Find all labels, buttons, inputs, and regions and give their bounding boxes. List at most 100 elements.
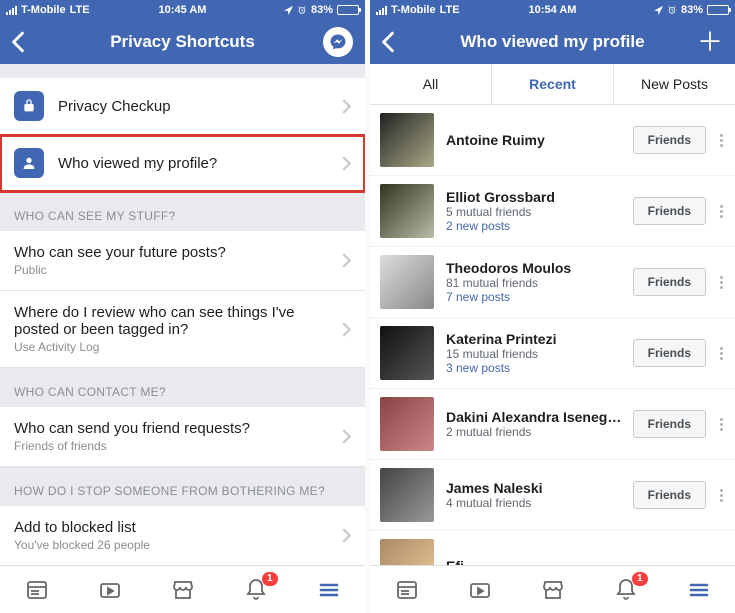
- person-link[interactable]: 2 new posts: [446, 219, 625, 233]
- tab-marketplace[interactable]: [171, 578, 195, 602]
- tab-marketplace[interactable]: [541, 578, 565, 602]
- menu-icon: [317, 578, 341, 602]
- row-subtitle: You've blocked 26 people: [14, 538, 342, 552]
- signal-icon: [376, 6, 387, 15]
- section-header: WHO CAN CONTACT ME?: [0, 368, 365, 407]
- battery-icon: [337, 5, 359, 15]
- location-icon: [654, 6, 663, 15]
- notification-badge: 1: [632, 572, 648, 586]
- person-name: Theodoros Moulos: [446, 260, 625, 276]
- person-name: James Naleski: [446, 480, 625, 496]
- marketplace-icon: [171, 578, 195, 602]
- row-title: Who can see your future posts?: [14, 244, 342, 261]
- battery-icon: [707, 5, 729, 15]
- person-sub: 4 mutual friends: [446, 496, 625, 510]
- network-label: LTE: [70, 4, 90, 16]
- messenger-button[interactable]: [323, 20, 353, 64]
- chevron-right-icon: [342, 429, 351, 444]
- more-button[interactable]: [716, 347, 727, 360]
- row-title: Who viewed my profile?: [58, 155, 342, 172]
- more-button[interactable]: [716, 134, 727, 147]
- battery-pct-label: 83%: [681, 4, 703, 16]
- tab-all[interactable]: All: [370, 64, 491, 104]
- friends-button[interactable]: Friends: [633, 339, 706, 367]
- back-button[interactable]: [10, 20, 26, 64]
- friends-button[interactable]: Friends: [633, 268, 706, 296]
- friends-button[interactable]: Friends: [633, 481, 706, 509]
- row-privacy-checkup[interactable]: Privacy Checkup: [0, 78, 365, 135]
- more-button[interactable]: [716, 489, 727, 502]
- more-button[interactable]: [716, 418, 727, 431]
- row-title: Who can send you friend requests?: [14, 420, 342, 437]
- person-row[interactable]: Katerina Printezi 15 mutual friends 3 ne…: [370, 318, 735, 389]
- person-row[interactable]: Theodoros Moulos 81 mutual friends 7 new…: [370, 247, 735, 318]
- feed-icon: [395, 578, 419, 602]
- chevron-right-icon: [342, 99, 351, 114]
- row-friend-requests[interactable]: Who can send you friend requests? Friend…: [0, 407, 365, 467]
- person-sub: 2 mutual friends: [446, 425, 625, 439]
- chevron-right-icon: [342, 253, 351, 268]
- profile-icon: [14, 148, 44, 178]
- person-sub: 5 mutual friends: [446, 205, 625, 219]
- person-row[interactable]: Antoine Ruimy Friends: [370, 105, 735, 176]
- row-who-viewed-profile[interactable]: Who viewed my profile?: [0, 135, 365, 192]
- avatar[interactable]: [380, 468, 434, 522]
- more-button[interactable]: [716, 205, 727, 218]
- avatar[interactable]: [380, 184, 434, 238]
- section-header: WHO CAN SEE MY STUFF?: [0, 192, 365, 231]
- friends-button[interactable]: Friends: [633, 197, 706, 225]
- tab-menu[interactable]: [317, 578, 341, 602]
- phone-who-viewed: T-Mobile LTE 10:54 AM 83% Who viewed my …: [370, 0, 735, 613]
- friends-button[interactable]: Friends: [633, 126, 706, 154]
- tab-feed[interactable]: [395, 578, 419, 602]
- person-row[interactable]: James Naleski 4 mutual friends Friends: [370, 460, 735, 531]
- person-name: Katerina Printezi: [446, 331, 625, 347]
- person-link[interactable]: 7 new posts: [446, 290, 625, 304]
- person-sub: 15 mutual friends: [446, 347, 625, 361]
- watch-icon: [468, 578, 492, 602]
- menu-icon: [687, 578, 711, 602]
- plus-icon: ＋: [697, 29, 723, 55]
- row-future-posts[interactable]: Who can see your future posts? Public: [0, 231, 365, 291]
- person-row[interactable]: Elliot Grossbard 5 mutual friends 2 new …: [370, 176, 735, 247]
- alarm-icon: [297, 5, 307, 15]
- person-row[interactable]: Dakini Alexandra Isenegger 2 mutual frie…: [370, 389, 735, 460]
- avatar[interactable]: [380, 113, 434, 167]
- row-title: Add to blocked list: [14, 519, 342, 536]
- tab-notifications[interactable]: 1: [614, 578, 638, 602]
- back-button[interactable]: [380, 20, 396, 64]
- tab-watch[interactable]: [98, 578, 122, 602]
- row-subtitle: Friends of friends: [14, 439, 342, 453]
- tab-new-posts[interactable]: New Posts: [613, 64, 735, 104]
- avatar[interactable]: [380, 397, 434, 451]
- avatar[interactable]: [380, 255, 434, 309]
- person-link[interactable]: 3 new posts: [446, 361, 625, 375]
- tab-feed[interactable]: [25, 578, 49, 602]
- row-review-tagged[interactable]: Where do I review who can see things I'v…: [0, 291, 365, 368]
- avatar[interactable]: [380, 326, 434, 380]
- segment-tabs: All Recent New Posts: [370, 64, 735, 105]
- bottom-tab-bar: 1: [370, 565, 735, 613]
- lock-icon: [14, 91, 44, 121]
- tab-notifications[interactable]: 1: [244, 578, 268, 602]
- tab-recent[interactable]: Recent: [491, 64, 613, 104]
- phone-privacy-shortcuts: T-Mobile LTE 10:45 AM 83% Privacy Shortc…: [0, 0, 365, 613]
- carrier-label: T-Mobile: [391, 4, 436, 16]
- notification-badge: 1: [262, 572, 278, 586]
- watch-icon: [98, 578, 122, 602]
- marketplace-icon: [541, 578, 565, 602]
- people-list[interactable]: Antoine Ruimy Friends Elliot Grossbard 5…: [370, 105, 735, 613]
- more-button[interactable]: [716, 276, 727, 289]
- location-icon: [284, 6, 293, 15]
- chevron-right-icon: [342, 322, 351, 337]
- carrier-label: T-Mobile: [21, 4, 66, 16]
- person-name: Dakini Alexandra Isenegger: [446, 409, 625, 425]
- person-sub: 81 mutual friends: [446, 276, 625, 290]
- tab-watch[interactable]: [468, 578, 492, 602]
- tab-menu[interactable]: [687, 578, 711, 602]
- row-blocked-list[interactable]: Add to blocked list You've blocked 26 pe…: [0, 506, 365, 566]
- bottom-tab-bar: 1: [0, 565, 365, 613]
- friends-button[interactable]: Friends: [633, 410, 706, 438]
- add-button[interactable]: ＋: [697, 20, 723, 64]
- battery-pct-label: 83%: [311, 4, 333, 16]
